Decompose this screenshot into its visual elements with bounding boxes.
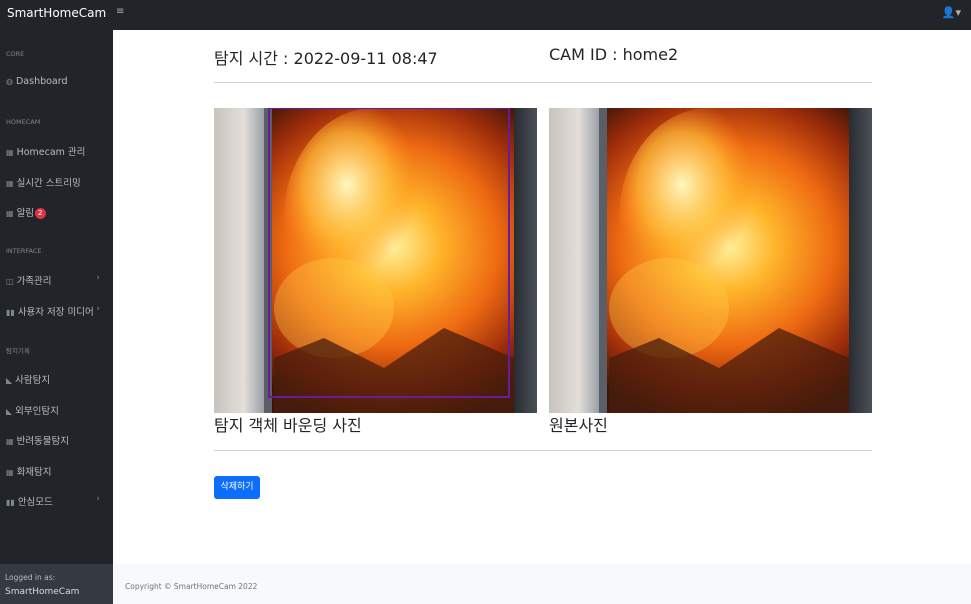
alert-count-badge: 2 xyxy=(35,208,46,219)
table-icon: ▦ xyxy=(6,468,14,477)
delete-button[interactable]: 삭제하기 xyxy=(214,476,260,499)
sidebar-heading-detect: 탐지기록 xyxy=(6,347,30,355)
sidebar-item-user-media[interactable]: ▮▮ 사용자 저장 미디어 › xyxy=(6,304,108,318)
chevron-right-icon: › xyxy=(96,494,100,504)
chevron-right-icon: › xyxy=(96,273,100,283)
sidebar-item-dashboard[interactable]: ◍ Dashboard xyxy=(6,76,108,87)
bounding-box-photo xyxy=(214,108,537,413)
sidebar-item-label: 반려동물탐지 xyxy=(16,436,70,447)
sidebar-item-label: 실시간 스트리밍 xyxy=(16,178,81,189)
chevron-right-icon: › xyxy=(96,304,100,314)
sidebar-item-person[interactable]: ◣ 사람탐지 xyxy=(6,372,108,386)
sidebar-item-pet[interactable]: ▦ 반려동물탐지 xyxy=(6,433,108,447)
sidebar-heading-homecam: HOMECAM xyxy=(6,118,41,126)
sidebar-item-family[interactable]: ◫ 가족관리 › xyxy=(6,273,108,287)
sidebar-heading-interface: INTERFACE xyxy=(6,247,42,255)
book-icon: ▮▮ xyxy=(6,498,15,507)
logged-in-label: Logged in as: xyxy=(5,573,56,582)
sidebar-toggle-icon[interactable]: ≡ xyxy=(116,6,124,17)
table-icon: ▦ xyxy=(6,179,14,188)
top-navbar: SmartHomeCam ≡ 👤▾ xyxy=(0,0,971,30)
sidebar-item-outsider[interactable]: ◣ 외부인탐지 xyxy=(6,403,108,417)
page-footer: Copyright © SmartHomeCam 2022 xyxy=(113,564,971,604)
divider xyxy=(214,82,872,83)
sidebar-item-label: 가족관리 xyxy=(16,276,52,287)
sidebar-item-alerts[interactable]: ▦ 알림 2 xyxy=(6,205,108,219)
sidebar-item-label: Homecam 관리 xyxy=(16,147,86,158)
sidebar-item-safe-mode[interactable]: ▮▮ 안심모드 › xyxy=(6,494,108,508)
detection-time: 탐지 시간 : 2022-09-11 08:47 xyxy=(214,49,438,68)
chart-area-icon: ◣ xyxy=(6,376,13,385)
sidebar-item-live-stream[interactable]: ▦ 실시간 스트리밍 xyxy=(6,175,108,189)
original-caption: 원본사진 xyxy=(549,416,608,435)
divider xyxy=(214,450,872,451)
sidebar: CORE ◍ Dashboard HOMECAM ▦ Homecam 관리 ▦ 실시간… xyxy=(0,30,113,604)
bounding-box-caption: 탐지 객체 바운딩 사진 xyxy=(214,416,362,435)
sidebar-item-label: 사용자 저장 미디어 xyxy=(17,307,94,318)
dashboard-icon: ◍ xyxy=(6,77,13,86)
book-icon: ▮▮ xyxy=(6,308,15,317)
sidebar-item-label: 안심모드 xyxy=(17,497,53,508)
cam-id: CAM ID : home2 xyxy=(549,45,679,64)
sidebar-heading-core: CORE xyxy=(6,50,25,58)
copyright-text: Copyright © SmartHomeCam 2022 xyxy=(125,582,258,591)
chart-area-icon: ◣ xyxy=(6,407,13,416)
sidebar-item-label: 외부인탐지 xyxy=(15,406,59,417)
sidebar-item-homecam-manage[interactable]: ▦ Homecam 관리 xyxy=(6,144,108,158)
table-icon: ▦ xyxy=(6,209,14,218)
table-icon: ▦ xyxy=(6,148,14,157)
sidebar-item-fire[interactable]: ▦ 화재탐지 xyxy=(6,464,108,478)
table-icon: ▦ xyxy=(6,437,14,446)
user-menu-icon[interactable]: 👤▾ xyxy=(942,6,961,19)
brand-logo[interactable]: SmartHomeCam xyxy=(7,6,106,20)
sidebar-item-label: 화재탐지 xyxy=(16,467,52,478)
columns-icon: ◫ xyxy=(6,277,14,286)
sidebar-footer: Logged in as: SmartHomeCam xyxy=(0,564,113,604)
main-content: 탐지 시간 : 2022-09-11 08:47 CAM ID : home2 … xyxy=(113,30,971,564)
sidebar-item-label: 알림 xyxy=(16,208,35,219)
sidebar-item-label: Dashboard xyxy=(15,76,68,87)
original-photo xyxy=(549,108,872,413)
logged-in-user: SmartHomeCam xyxy=(5,587,80,597)
sidebar-item-label: 사람탐지 xyxy=(15,375,51,386)
